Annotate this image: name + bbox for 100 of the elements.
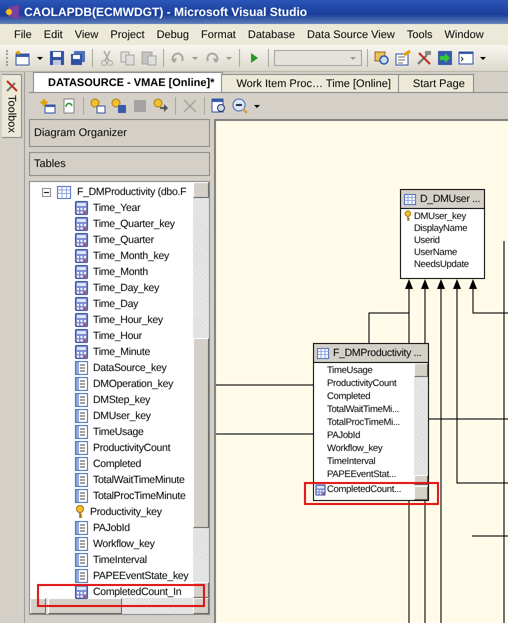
key-icon <box>75 505 85 519</box>
tree-item[interactable]: Time_Day_key <box>93 282 160 294</box>
column-icon <box>75 361 88 375</box>
field-name: NeedsUpdate <box>414 258 469 270</box>
tree-item[interactable]: TimeUsage <box>93 426 144 438</box>
table-node[interactable]: F_DMProductivity ... TimeUsage ProductivityCount Completed TotalWaitTimeMi... TotalProcTimeMi... PAJobId Workflow_key TimeInterval PAPEEventStat... CompletedCount... <box>313 343 429 501</box>
tree-item[interactable]: Time_Year <box>93 202 140 214</box>
vertical-scrollbar[interactable] <box>414 363 428 500</box>
gear-arrow-icon[interactable] <box>152 97 170 115</box>
tree-item[interactable]: Completed <box>93 458 142 470</box>
vertical-scrollbar[interactable] <box>193 182 209 598</box>
calculated-column-icon <box>75 313 88 327</box>
collapse-icon[interactable] <box>42 188 51 196</box>
window-title: CAOLAPDB(ECMWDGT) - Microsoft Visual Studio <box>24 5 308 19</box>
document-tab[interactable]: Work Item Proc… Time [Online] <box>221 74 400 92</box>
calculated-column-icon <box>315 484 326 496</box>
menu-item[interactable]: File <box>8 28 38 40</box>
column-icon <box>75 425 88 439</box>
menu-item[interactable]: Data Source View <box>300 28 401 40</box>
save-all-icon[interactable] <box>69 49 87 67</box>
tree-item[interactable]: Workflow_key <box>93 538 155 550</box>
column-icon <box>75 393 88 407</box>
menu-item[interactable]: Database <box>242 28 301 40</box>
toolbox-tab[interactable]: Toolbox <box>2 74 22 138</box>
field-name: Completed <box>327 391 370 402</box>
tree-item[interactable]: TimeInterval <box>93 554 147 566</box>
tree-item[interactable]: ProductivityCount <box>93 442 170 454</box>
column-icon <box>75 473 88 487</box>
find-table-icon[interactable] <box>210 97 228 115</box>
field-name: TotalWaitTimeMi... <box>327 404 400 415</box>
calculated-column-icon <box>75 233 88 247</box>
tree-item[interactable]: PAPEEventState_key <box>93 570 188 582</box>
menu-item[interactable]: Format <box>195 28 242 40</box>
magnifier-window-icon[interactable] <box>373 49 391 67</box>
new-project-icon[interactable] <box>14 49 32 67</box>
add-table-icon[interactable] <box>39 97 57 115</box>
gear-table-icon[interactable] <box>110 97 128 115</box>
column-icon <box>75 521 88 535</box>
zoom-out-icon[interactable] <box>231 97 249 115</box>
toolbox-label: Toolbox <box>6 95 18 133</box>
document-tab[interactable]: DATASOURCE - VMAE [Online]* <box>33 72 224 92</box>
calculated-column-icon <box>75 265 88 279</box>
menu-item[interactable]: View <box>68 28 104 40</box>
menu-item[interactable]: Tools <box>400 28 439 40</box>
tree-item[interactable]: DMOperation_key <box>93 378 174 390</box>
diagram-organizer-header: Diagram Organizer <box>29 119 210 147</box>
field-name: TimeUsage <box>327 365 373 376</box>
caret-icon[interactable] <box>37 56 43 60</box>
calculated-column-icon <box>75 201 88 215</box>
field-name: DMUser_key <box>414 210 466 222</box>
tree-item[interactable]: PAJobId <box>93 522 130 534</box>
field-name: PAPEEventStat... <box>327 469 396 480</box>
table-icon <box>404 194 416 204</box>
field-name: CompletedCount... <box>327 484 402 495</box>
arrow-window-icon[interactable] <box>436 49 454 67</box>
tree-item[interactable]: Time_Minute <box>93 346 150 358</box>
field-name: ProductivityCount <box>327 378 396 389</box>
menu-item[interactable]: Project <box>104 28 151 40</box>
tree-item[interactable]: Time_Quarter_key <box>93 218 175 230</box>
calculated-column-icon <box>75 297 88 311</box>
column-icon <box>75 553 88 567</box>
gear-table-icon[interactable] <box>89 97 107 115</box>
command-window-icon[interactable] <box>457 49 475 67</box>
document-tab[interactable]: Start Page <box>398 74 474 92</box>
tree-item[interactable]: F_DMProductivity (dbo.F <box>77 186 186 198</box>
tree-item[interactable]: Time_Hour <box>93 330 142 342</box>
menu-item[interactable]: Edit <box>38 28 69 40</box>
tree-item[interactable]: DMUser_key <box>93 410 151 422</box>
field-name: DisplayName <box>414 222 468 234</box>
tree-item[interactable]: DMStep_key <box>93 394 150 406</box>
key-icon <box>404 210 412 222</box>
tree-item[interactable]: Time_Day <box>93 298 138 310</box>
table-title: F_DMProductivity ... <box>333 347 422 359</box>
calculated-column-icon <box>75 217 88 231</box>
tree-item[interactable]: Productivity_key <box>90 506 162 518</box>
tree-item[interactable]: TotalProcTimeMinute <box>93 490 186 502</box>
menu-item[interactable]: Debug <box>150 28 196 40</box>
tree-item[interactable]: DataSource_key <box>93 362 166 374</box>
calculated-column-icon <box>75 249 88 263</box>
tools-icon[interactable] <box>415 49 433 67</box>
column-icon <box>75 377 88 391</box>
save-icon[interactable] <box>48 49 66 67</box>
field-name: UserName <box>414 246 457 258</box>
field-name: Workflow_key <box>327 443 382 454</box>
tree-item[interactable]: Time_Month <box>93 266 148 278</box>
properties-icon[interactable] <box>394 49 412 67</box>
tables-header: Tables <box>29 152 210 176</box>
tree-item[interactable]: Time_Month_key <box>93 250 169 262</box>
field-name: TimeInterval <box>327 456 376 467</box>
menu-item[interactable]: Window <box>438 28 490 40</box>
calculated-column-icon <box>75 281 88 295</box>
caret-icon[interactable] <box>254 104 260 108</box>
tree-item[interactable]: Time_Quarter <box>93 234 154 246</box>
caret-icon[interactable] <box>480 56 486 60</box>
table-node[interactable]: D_DMUser ... DMUser_key DisplayName Userid UserName NeedsUpdate <box>400 189 485 279</box>
tree-item[interactable]: TotalWaitTimeMinute <box>93 474 185 486</box>
tree-item[interactable]: CompletedCount_In <box>93 586 182 598</box>
column-icon <box>75 409 88 423</box>
calculated-column-icon <box>75 585 88 599</box>
tree-item[interactable]: Time_Hour_key <box>93 314 163 326</box>
